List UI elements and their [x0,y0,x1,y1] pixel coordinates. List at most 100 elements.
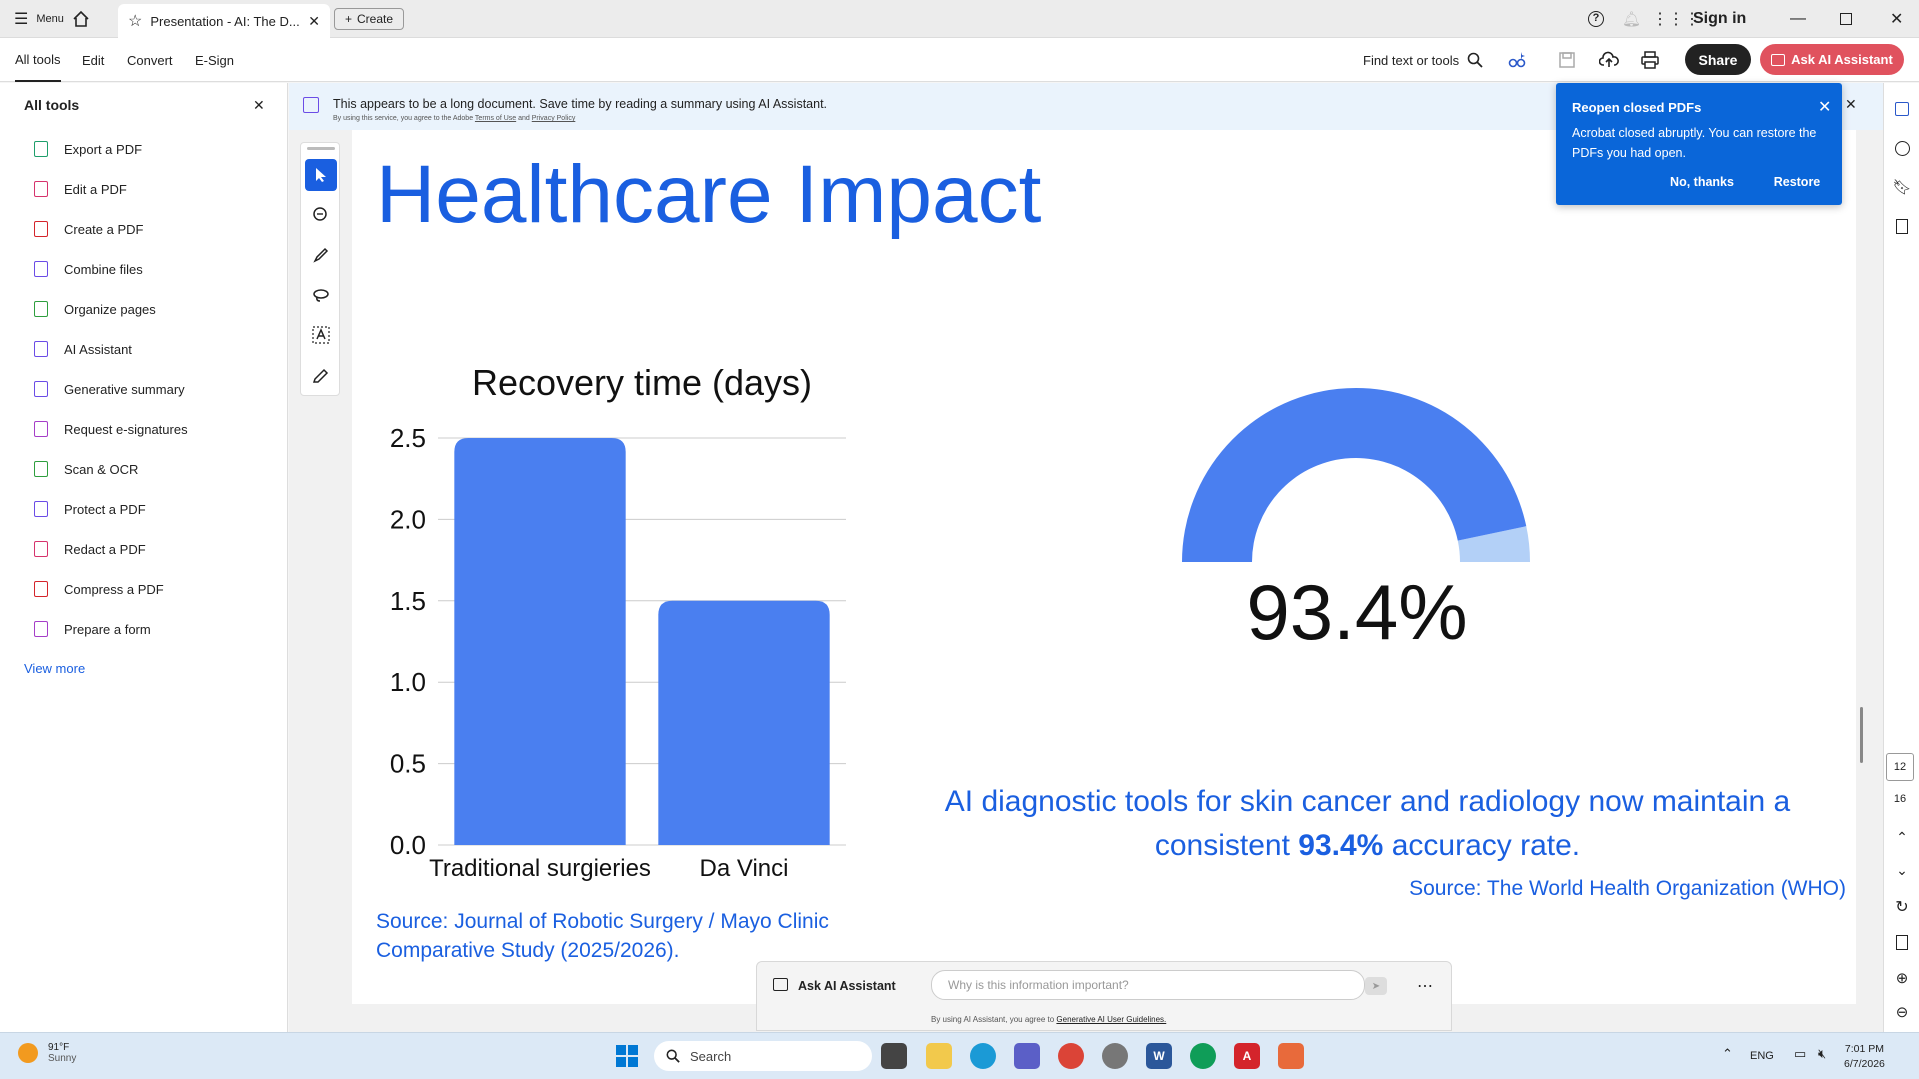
tab-e-sign[interactable]: E-Sign [195,38,234,82]
volume-muted-icon[interactable]: 🔇︎ [1818,1046,1826,1062]
rail-summary-button[interactable] [1890,97,1914,121]
sidebar-item-generative-summary[interactable]: Generative summary [32,376,185,402]
sidebar-item-label: Scan & OCR [64,461,139,477]
rotate-button[interactable]: ↻ [1890,895,1914,919]
comment-tool-button[interactable] [305,199,337,231]
sidebar-item-scan-ocr[interactable]: Scan & OCR [32,456,138,482]
weather-widget[interactable]: 91°F Sunny [18,1042,76,1064]
rail-comment-button[interactable] [1890,136,1914,160]
save-button[interactable] [1555,48,1579,72]
ai-tools-button[interactable] [1505,48,1529,72]
summary-icon [1895,102,1909,116]
sidebar-item-label: Redact a PDF [64,541,146,557]
sidebar-item-ai-assistant[interactable]: AI Assistant [32,336,132,362]
minimize-button[interactable]: — [1790,0,1806,38]
view-more-link[interactable]: View more [24,661,85,676]
settings-icon[interactable] [1102,1043,1128,1069]
help-button[interactable]: ? [1588,0,1604,38]
banner-text[interactable]: This appears to be a long document. Save… [333,97,827,111]
y-tick-label: 0.0 [390,830,426,860]
next-page-button[interactable]: ⌄ [1890,858,1914,882]
sidebar-item-organize-pages[interactable]: Organize pages [32,296,156,322]
language-indicator[interactable]: ENG [1750,1050,1774,1062]
create-button[interactable]: + Create [334,8,404,30]
taskbar-search[interactable]: Search [654,1041,872,1071]
tab-document[interactable]: ☆ Presentation - AI: The D... ✕ [118,4,330,38]
sign-tool-button[interactable] [305,359,337,391]
terms-link[interactable]: Terms of Use [475,115,516,122]
chrome-icon[interactable] [1058,1043,1084,1069]
home-button[interactable] [72,0,90,38]
no-thanks-button[interactable]: No, thanks [1656,175,1748,189]
restore-window-icon [1840,13,1852,25]
select-tool-button[interactable] [305,159,337,191]
zoom-in-button[interactable]: ⊕ [1890,966,1914,990]
clock[interactable]: 7:01 PM 6/7/2026 [1844,1042,1885,1072]
ai-question-input[interactable]: Why is this information important? [931,970,1365,1000]
show-hidden-icons[interactable]: ⌃ [1722,1046,1733,1062]
printer-icon [1641,51,1659,69]
notifications-button[interactable]: 🔔︎ [1622,0,1641,38]
network-icon[interactable]: ▭ [1794,1046,1806,1062]
drag-handle[interactable] [307,147,335,150]
sidebar-item-edit-a-pdf[interactable]: Edit a PDF [32,176,127,202]
slide-title: Healthcare Impact [376,149,1042,240]
menu-button[interactable]: ☰ Menu [14,0,64,38]
find-text-button[interactable]: Find text or tools [1363,38,1483,82]
edge-icon[interactable] [970,1043,996,1069]
star-icon[interactable]: ☆ [128,11,142,31]
restore-button[interactable] [1840,0,1852,38]
sidebar-item-create-a-pdf[interactable]: Create a PDF [32,216,143,242]
start-button[interactable] [616,1045,638,1067]
rail-pages-button[interactable] [1890,214,1914,238]
print-button[interactable] [1638,48,1662,72]
sidebar-item-prepare-a-form[interactable]: Prepare a form [32,616,151,642]
snipping-tool-icon[interactable] [1278,1043,1304,1069]
privacy-link[interactable]: Privacy Policy [532,115,576,122]
tab-edit[interactable]: Edit [82,38,104,82]
sidebar-item-redact-a-pdf[interactable]: Redact a PDF [32,536,146,562]
scroll-thumb[interactable] [1860,707,1863,763]
generative-summary-icon [303,97,319,113]
stat-value: 93.4% [1298,829,1384,862]
banner-fineprint: By using this service, you agree to the … [333,115,575,122]
rail-bookmark-button[interactable]: 🔖︎ [1890,175,1914,199]
sidebar-item-label: Compress a PDF [64,581,164,597]
restore-button[interactable]: Restore [1760,175,1834,189]
sidebar-item-request-e-signatures[interactable]: Request e-signatures [32,416,188,442]
upload-button[interactable] [1597,48,1621,72]
guidelines-link[interactable]: Generative AI User Guidelines. [1056,1015,1166,1024]
search-icon [666,1049,680,1063]
ask-ai-assistant-button[interactable]: Ask AI Assistant [1760,44,1904,75]
sidebar-item-label: Prepare a form [64,621,151,637]
send-button[interactable]: ➤ [1365,977,1387,995]
close-panel-icon[interactable]: ✕ [253,97,265,114]
highlight-tool-button[interactable] [305,239,337,271]
draw-tool-button[interactable] [305,279,337,311]
page-tools-button[interactable] [1890,930,1914,954]
sidebar-item-protect-a-pdf[interactable]: Protect a PDF [32,496,146,522]
prev-page-button[interactable]: ⌃ [1890,825,1914,849]
current-page-box[interactable]: 12 [1886,753,1914,781]
sign-in-link[interactable]: Sign in [1693,0,1746,38]
sidebar-item-export-a-pdf[interactable]: Export a PDF [32,136,142,162]
zoom-out-button[interactable]: ⊖ [1890,1000,1914,1024]
more-options-icon[interactable]: ⋯ [1417,976,1433,996]
popup-close-icon[interactable]: ✕ [1818,97,1831,117]
file-explorer-icon[interactable] [926,1043,952,1069]
close-window-button[interactable]: ✕ [1890,0,1903,38]
tab-convert[interactable]: Convert [127,38,173,82]
rotate-icon: ↻ [1895,899,1909,916]
word-icon[interactable]: W [1146,1043,1172,1069]
chrome-profile-icon[interactable] [1190,1043,1216,1069]
share-button[interactable]: Share [1685,44,1751,75]
sidebar-item-combine-files[interactable]: Combine files [32,256,143,282]
task-view-icon[interactable] [881,1043,907,1069]
close-banner-icon[interactable]: ✕ [1845,96,1857,113]
text-tool-button[interactable] [305,319,337,351]
close-tab-icon[interactable]: ✕ [308,13,320,30]
acrobat-icon[interactable]: A [1234,1043,1260,1069]
teams-icon[interactable] [1014,1043,1040,1069]
tab-all-tools[interactable]: All tools [15,38,61,82]
sidebar-item-compress-a-pdf[interactable]: Compress a PDF [32,576,164,602]
